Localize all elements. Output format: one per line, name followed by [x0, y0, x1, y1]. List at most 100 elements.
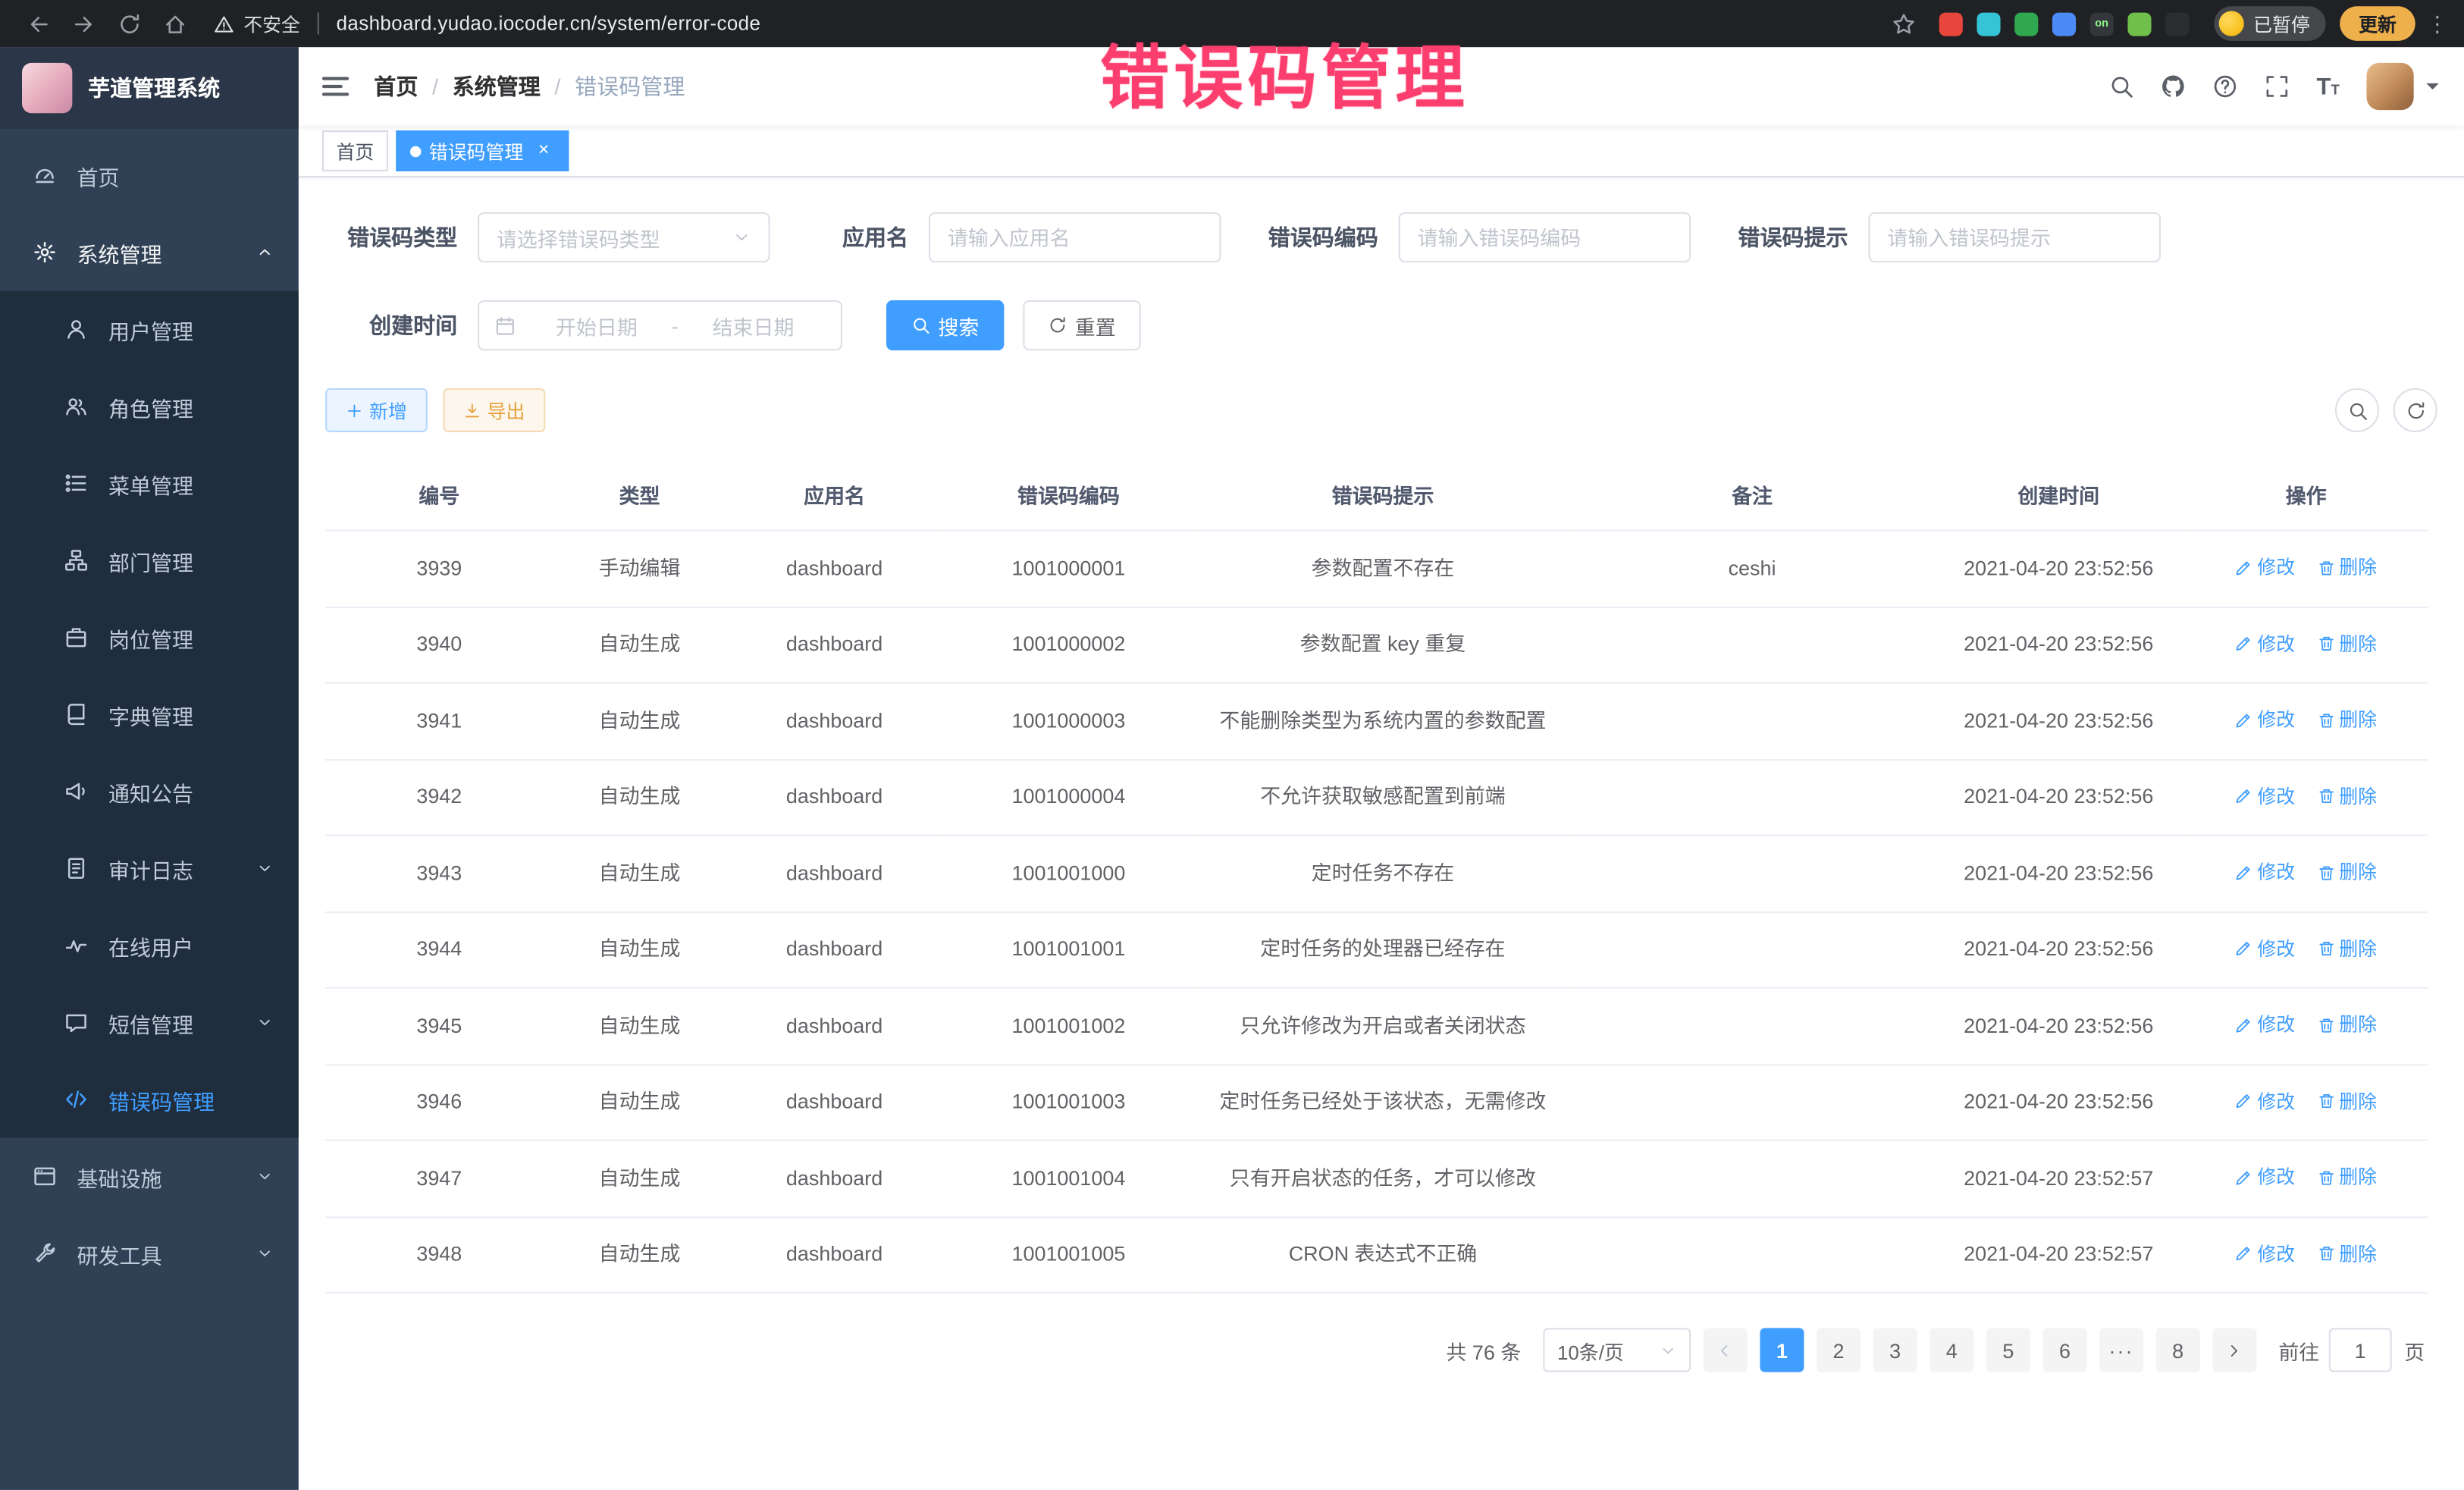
- delete-link[interactable]: 删除: [2317, 857, 2377, 888]
- sidebar-item-system[interactable]: 系统管理: [0, 214, 299, 291]
- sidebar-submenu-item[interactable]: 部门管理: [0, 522, 299, 599]
- page-button[interactable]: 3: [1873, 1328, 1917, 1372]
- delete-icon: [2317, 939, 2334, 957]
- app-logo[interactable]: 芋道管理系统: [0, 47, 299, 129]
- reset-button[interactable]: 重置: [1023, 300, 1140, 350]
- goto-page-input[interactable]: [2329, 1328, 2392, 1372]
- extension-icon[interactable]: [1977, 12, 2000, 36]
- cell-time: 2021-04-20 23:52:56: [1933, 1064, 2184, 1140]
- update-button[interactable]: 更新: [2340, 6, 2415, 41]
- sidebar-submenu-item[interactable]: 审计日志: [0, 830, 299, 907]
- security-chip[interactable]: 不安全: [214, 10, 300, 36]
- extension-icon[interactable]: [2127, 12, 2151, 36]
- tab-home[interactable]: 首页: [322, 130, 388, 171]
- edit-link[interactable]: 修改: [2235, 1162, 2295, 1193]
- edit-link[interactable]: 修改: [2235, 552, 2295, 583]
- edit-link[interactable]: 修改: [2235, 1237, 2295, 1269]
- download-icon: [463, 402, 481, 419]
- search-button[interactable]: [2095, 47, 2146, 126]
- export-button[interactable]: 导出: [444, 388, 546, 432]
- page-size-select[interactable]: 10条/页: [1543, 1328, 1691, 1372]
- reload-icon[interactable]: [118, 12, 141, 36]
- help-button[interactable]: [2199, 47, 2250, 126]
- avatar[interactable]: [2366, 63, 2413, 110]
- sidebar-submenu-item[interactable]: 短信管理: [0, 984, 299, 1062]
- page-button[interactable]: 4: [1930, 1328, 1973, 1372]
- edit-link[interactable]: 修改: [2235, 1009, 2295, 1040]
- sidebar-item[interactable]: 研发工具: [0, 1215, 299, 1292]
- forward-icon[interactable]: [72, 12, 96, 36]
- cell-remark: [1572, 911, 1933, 988]
- cell-type: 自动生成: [553, 1216, 726, 1293]
- sidebar-submenu-item[interactable]: 角色管理: [0, 368, 299, 445]
- sidebar-submenu-item[interactable]: 字典管理: [0, 676, 299, 753]
- edit-link[interactable]: 修改: [2235, 704, 2295, 736]
- page-button[interactable]: 6: [2042, 1328, 2086, 1372]
- profile-chip[interactable]: 已暂停: [2214, 6, 2325, 41]
- close-icon[interactable]: ×: [533, 140, 555, 162]
- sidebar-item-home[interactable]: 首页: [0, 136, 299, 214]
- extension-icon[interactable]: [1939, 12, 1963, 36]
- error-hint-input[interactable]: [1868, 212, 2161, 262]
- extension-icon[interactable]: [2014, 12, 2038, 36]
- edit-link[interactable]: 修改: [2235, 1085, 2295, 1116]
- browser-menu-icon[interactable]: ⋮: [2426, 10, 2448, 36]
- table-row: 3948 自动生成 dashboard 1001001005 CRON 表达式不…: [325, 1216, 2428, 1293]
- page-button[interactable]: 8: [2156, 1328, 2200, 1372]
- delete-link[interactable]: 删除: [2317, 1162, 2377, 1193]
- sidebar-submenu-item[interactable]: 菜单管理: [0, 445, 299, 522]
- delete-link[interactable]: 删除: [2317, 780, 2377, 811]
- delete-link[interactable]: 删除: [2317, 1237, 2377, 1269]
- app-name-input[interactable]: [929, 212, 1221, 262]
- sidebar-toggle-icon[interactable]: [322, 77, 349, 96]
- start-date-placeholder: 开始日期: [525, 310, 668, 340]
- link-label: 删除: [2339, 857, 2377, 888]
- delete-link[interactable]: 删除: [2317, 552, 2377, 583]
- edit-link[interactable]: 修改: [2235, 628, 2295, 659]
- back-icon[interactable]: [27, 12, 50, 36]
- refresh-table-button[interactable]: [2393, 388, 2437, 432]
- url-text[interactable]: dashboard.yudao.iocoder.cn/system/error-…: [337, 13, 761, 35]
- add-button[interactable]: 新增: [325, 388, 428, 432]
- page-button[interactable]: 5: [1986, 1328, 2030, 1372]
- page-button[interactable]: 1: [1760, 1328, 1804, 1372]
- sidebar-submenu-item[interactable]: 用户管理: [0, 290, 299, 368]
- extension-icon[interactable]: [2052, 12, 2076, 36]
- github-button[interactable]: [2146, 47, 2198, 126]
- caret-down-icon[interactable]: [2426, 83, 2439, 96]
- bookmark-star-icon[interactable]: [1892, 12, 1915, 36]
- extension-icon[interactable]: on: [2090, 12, 2114, 36]
- error-code-input[interactable]: [1399, 212, 1691, 262]
- delete-link[interactable]: 删除: [2317, 1009, 2377, 1040]
- sidebar-submenu-item[interactable]: 通知公告: [0, 753, 299, 830]
- error-type-select[interactable]: 请选择错误码类型: [478, 212, 770, 262]
- font-size-button[interactable]: TT: [2303, 47, 2354, 126]
- extension-icon[interactable]: [2165, 12, 2189, 36]
- show-search-toggle-button[interactable]: [2335, 388, 2379, 432]
- link-label: 删除: [2339, 1009, 2377, 1040]
- delete-link[interactable]: 删除: [2317, 933, 2377, 964]
- sidebar-submenu-item[interactable]: 错误码管理: [0, 1061, 299, 1138]
- tab-error-code[interactable]: 错误码管理 ×: [396, 130, 569, 171]
- home-icon[interactable]: [164, 12, 187, 36]
- sidebar-submenu-item[interactable]: 在线用户: [0, 907, 299, 984]
- sidebar-item[interactable]: 基础设施: [0, 1138, 299, 1216]
- edit-link[interactable]: 修改: [2235, 780, 2295, 811]
- edit-link[interactable]: 修改: [2235, 933, 2295, 964]
- breadcrumb-home[interactable]: 首页: [374, 71, 418, 102]
- fullscreen-button[interactable]: [2250, 47, 2302, 126]
- sidebar-submenu-item[interactable]: 岗位管理: [0, 599, 299, 676]
- cell-time: 2021-04-20 23:52:56: [1933, 759, 2184, 836]
- delete-link[interactable]: 删除: [2317, 1085, 2377, 1116]
- date-range-picker[interactable]: 开始日期 - 结束日期: [478, 300, 842, 350]
- delete-link[interactable]: 删除: [2317, 628, 2377, 659]
- page-button[interactable]: ···: [2099, 1328, 2143, 1372]
- prev-page-button[interactable]: [1704, 1328, 1748, 1372]
- delete-link[interactable]: 删除: [2317, 704, 2377, 736]
- search-submit-button[interactable]: 搜索: [886, 300, 1004, 350]
- edit-link[interactable]: 修改: [2235, 857, 2295, 888]
- breadcrumb-section[interactable]: 系统管理: [453, 71, 541, 102]
- menu-item-icon: [64, 318, 88, 341]
- page-button[interactable]: 2: [1817, 1328, 1861, 1372]
- next-page-button[interactable]: [2212, 1328, 2256, 1372]
